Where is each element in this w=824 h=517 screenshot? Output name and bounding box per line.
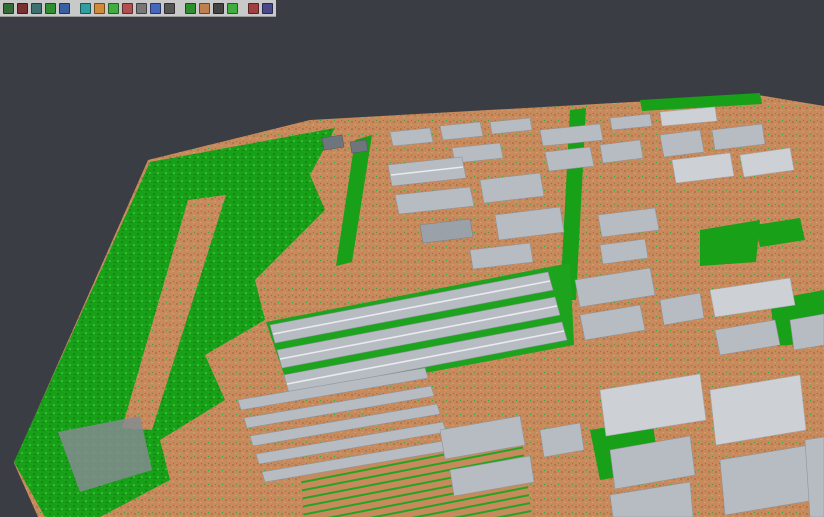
toolbar-icon-16[interactable]: [227, 3, 238, 14]
toolbar-icon-17[interactable]: [248, 3, 259, 14]
toolbar-icon-12[interactable]: [164, 3, 175, 14]
building-roof: [790, 314, 824, 350]
toolbar-icon-18[interactable]: [262, 3, 273, 14]
toolbar-icon-05[interactable]: [59, 3, 70, 14]
toolbar-icon-11[interactable]: [150, 3, 161, 14]
toolbar-separator: [178, 2, 182, 14]
toolbar-separator: [241, 2, 245, 14]
toolbar-icon-06[interactable]: [80, 3, 91, 14]
top-bar: [0, 0, 824, 16]
building-roof: [322, 135, 344, 150]
toolbar-icon-14[interactable]: [199, 3, 210, 14]
toolbar-icon-04[interactable]: [45, 3, 56, 14]
toolbar-icon-08[interactable]: [108, 3, 119, 14]
building-roof: [350, 140, 368, 153]
toolbar-icon-09[interactable]: [122, 3, 133, 14]
toolbar-icon-10[interactable]: [136, 3, 147, 14]
toolbar-icon-13[interactable]: [185, 3, 196, 14]
main-toolbar: [0, 0, 276, 17]
toolbar-icon-15[interactable]: [213, 3, 224, 14]
toolbar-separator: [73, 2, 77, 14]
toolbar-icon-02[interactable]: [17, 3, 28, 14]
3d-viewport[interactable]: [0, 0, 824, 517]
toolbar-icon-01[interactable]: [3, 3, 14, 14]
app-window: [0, 0, 824, 517]
building-roof: [660, 130, 704, 157]
toolbar-icon-07[interactable]: [94, 3, 105, 14]
toolbar-icon-03[interactable]: [31, 3, 42, 14]
scene-canvas: [0, 0, 824, 517]
